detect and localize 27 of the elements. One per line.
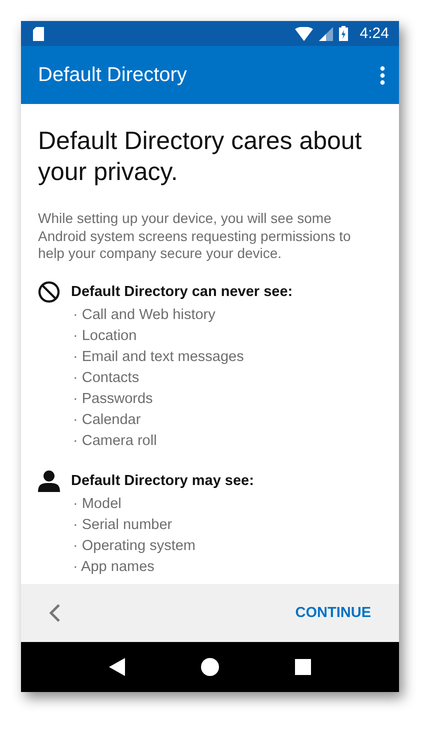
list-item: · Call and Web history [73, 306, 216, 324]
home-icon[interactable] [201, 658, 219, 676]
list-item: · Passwords [73, 390, 154, 408]
list-item: · Contacts [73, 368, 140, 388]
person-icon [38, 470, 60, 492]
list-item: · App names [73, 558, 156, 576]
list-item: · Model [73, 494, 122, 514]
privacy-heading: Default Directory cares about your privacy. [38, 126, 363, 188]
clock-time: 4:24 [360, 25, 389, 42]
back-triangle-icon[interactable] [109, 658, 125, 676]
signal-icon [318, 26, 333, 40]
app-title: Default Directory [38, 64, 187, 86]
more-menu-icon[interactable] [380, 66, 385, 84]
battery-icon [338, 26, 348, 41]
intro-text: While setting up your device, you will see some Android system screens requesting permissions to help your company secure your device. [38, 210, 352, 262]
continue-button[interactable]: CONTINUE [295, 601, 371, 625]
block-icon [38, 280, 60, 302]
list-item: · Serial number [73, 516, 174, 534]
section-title: Default Directory may see: [71, 472, 254, 488]
sd-card-icon [33, 26, 44, 40]
list-item: · Calendar [73, 410, 142, 430]
list-item: · Location [73, 326, 138, 346]
section-title: Default Directory can never see: [71, 284, 293, 300]
list-item: · Camera roll [73, 432, 158, 450]
list-item: · Operating system [73, 536, 196, 556]
wifi-icon [294, 26, 313, 40]
list-item: · Email and text messages [73, 348, 245, 366]
